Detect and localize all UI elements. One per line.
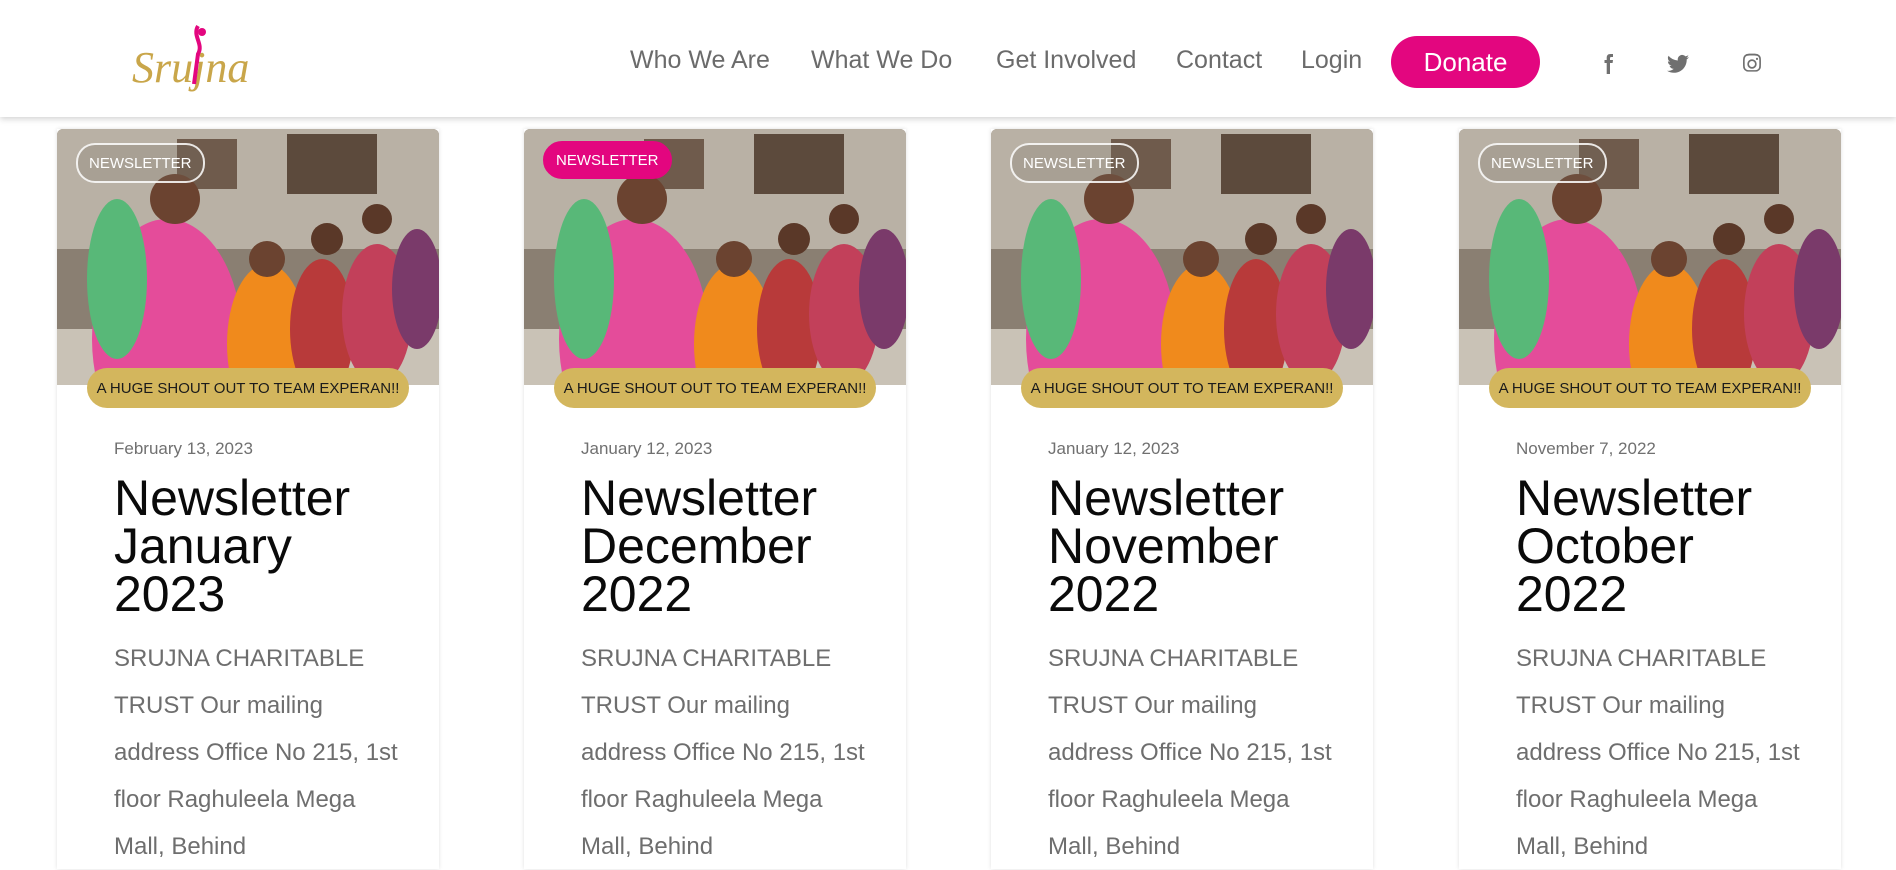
nav-contact[interactable]: Contact bbox=[1176, 46, 1262, 75]
post-date: February 13, 2023 bbox=[114, 439, 253, 458]
post-title[interactable]: Newsletter December 2022 bbox=[581, 473, 881, 619]
post-title[interactable]: Newsletter November 2022 bbox=[1048, 473, 1348, 619]
post-image[interactable]: NEWSLETTER bbox=[524, 129, 906, 385]
post-excerpt: SRUJNA CHARITABLE TRUST Our mailing addr… bbox=[1048, 645, 1332, 860]
image-caption-pill: A HUGE SHOUT OUT TO TEAM EXPERAN!! bbox=[554, 368, 876, 408]
instagram-icon[interactable] bbox=[1738, 50, 1766, 78]
post-card[interactable]: NEWSLETTER A HUGE SHOUT OUT TO TEAM EXPE… bbox=[57, 129, 439, 869]
post-title[interactable]: Newsletter January 2023 bbox=[114, 473, 414, 619]
post-date: January 12, 2023 bbox=[1048, 439, 1180, 458]
image-caption-pill: A HUGE SHOUT OUT TO TEAM EXPERAN!! bbox=[1489, 368, 1811, 408]
twitter-icon[interactable] bbox=[1664, 50, 1692, 78]
post-title[interactable]: Newsletter October 2022 bbox=[1516, 473, 1816, 619]
logo-text: Srujna bbox=[132, 43, 249, 92]
post-card[interactable]: NEWSLETTER A HUGE SHOUT OUT TO TEAM EXPE… bbox=[524, 129, 906, 869]
post-date: November 7, 2022 bbox=[1516, 439, 1656, 458]
logo-mark: Srujna bbox=[132, 24, 249, 92]
site-header: Srujna Who We Are What We Do Get Involve… bbox=[0, 0, 1896, 117]
donate-button[interactable]: Donate bbox=[1391, 36, 1540, 88]
nav-get-involved[interactable]: Get Involved bbox=[996, 46, 1136, 75]
post-image[interactable]: NEWSLETTER bbox=[57, 129, 439, 385]
image-caption-pill: A HUGE SHOUT OUT TO TEAM EXPERAN!! bbox=[1021, 368, 1343, 408]
category-badge[interactable]: NEWSLETTER bbox=[1010, 143, 1139, 183]
post-excerpt: SRUJNA CHARITABLE TRUST Our mailing addr… bbox=[114, 645, 398, 860]
nav-login[interactable]: Login bbox=[1301, 46, 1362, 75]
post-image[interactable]: NEWSLETTER bbox=[1459, 129, 1841, 385]
category-badge[interactable]: NEWSLETTER bbox=[76, 143, 205, 183]
post-excerpt: SRUJNA CHARITABLE TRUST Our mailing addr… bbox=[581, 645, 865, 860]
srujna-logo[interactable]: Srujna bbox=[128, 20, 258, 100]
category-badge[interactable]: NEWSLETTER bbox=[1478, 143, 1607, 183]
post-card[interactable]: NEWSLETTER A HUGE SHOUT OUT TO TEAM EXPE… bbox=[1459, 129, 1841, 869]
category-badge[interactable]: NEWSLETTER bbox=[543, 141, 672, 179]
post-card[interactable]: NEWSLETTER A HUGE SHOUT OUT TO TEAM EXPE… bbox=[991, 129, 1373, 869]
post-date: January 12, 2023 bbox=[581, 439, 713, 458]
post-image[interactable]: NEWSLETTER bbox=[991, 129, 1373, 385]
image-caption-pill: A HUGE SHOUT OUT TO TEAM EXPERAN!! bbox=[87, 368, 409, 408]
nav-what-we-do[interactable]: What We Do bbox=[811, 46, 952, 75]
post-excerpt: SRUJNA CHARITABLE TRUST Our mailing addr… bbox=[1516, 645, 1800, 860]
nav-who-we-are[interactable]: Who We Are bbox=[630, 46, 770, 75]
facebook-icon[interactable] bbox=[1594, 50, 1622, 78]
